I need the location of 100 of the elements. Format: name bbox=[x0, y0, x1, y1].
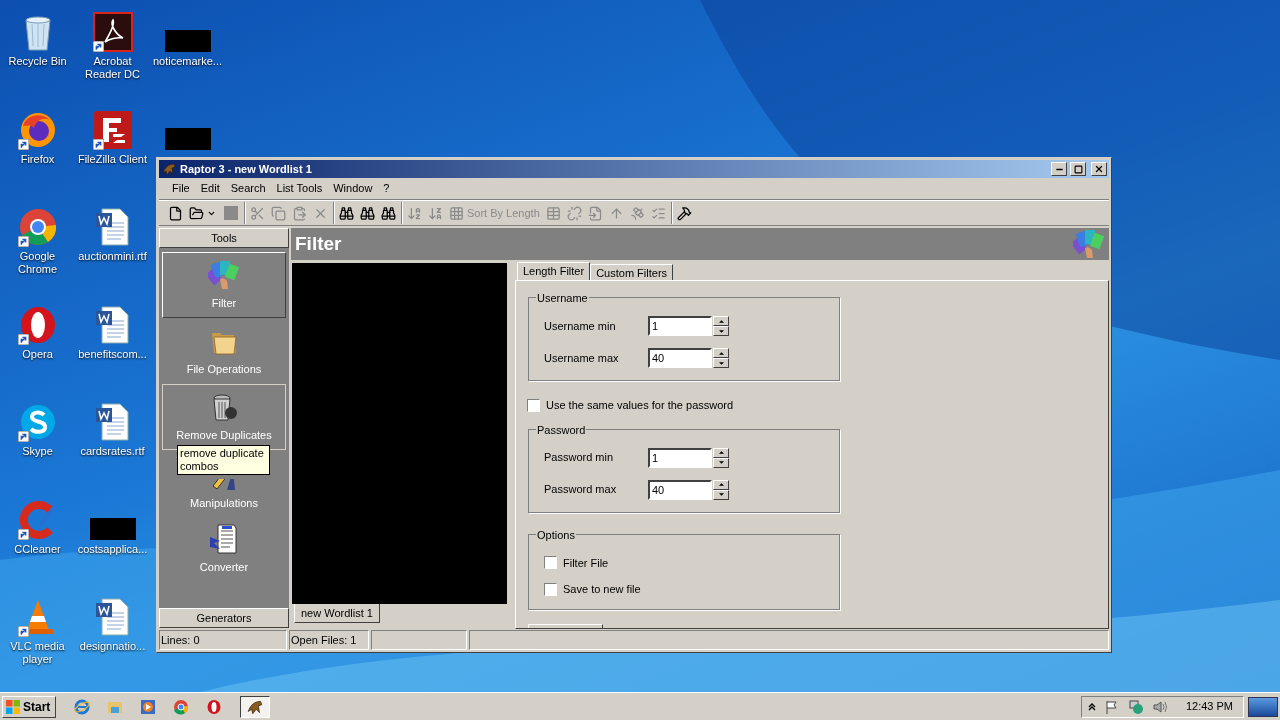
menu-item[interactable]: List Tools bbox=[271, 180, 328, 197]
clock[interactable]: 12:43 PM bbox=[1185, 698, 1233, 715]
ie-icon[interactable] bbox=[74, 698, 90, 715]
app-icon bbox=[161, 161, 177, 177]
menu-item[interactable]: ? bbox=[378, 180, 395, 197]
folder-icon bbox=[189, 205, 204, 221]
menu-item[interactable]: Search bbox=[225, 180, 271, 197]
tool-item[interactable]: Filter bbox=[162, 252, 286, 318]
desktop-icon-label: Google Chrome bbox=[16, 250, 59, 276]
unlink-icon bbox=[566, 205, 582, 221]
desktop-icon-label: auctionmini.rtf bbox=[77, 250, 148, 263]
scissors-icon bbox=[250, 205, 265, 221]
minimize-button[interactable] bbox=[1051, 162, 1067, 176]
opera-icon[interactable] bbox=[206, 698, 222, 715]
status-panel: Open Files: 1 bbox=[289, 630, 369, 650]
spin-up-button[interactable] bbox=[713, 348, 729, 358]
window-title: Raptor 3 - new Wordlist 1 bbox=[180, 161, 313, 177]
up-arrow-icon bbox=[718, 351, 724, 355]
start-button[interactable]: Start bbox=[2, 695, 56, 718]
file-input-icon bbox=[587, 205, 603, 221]
menu-item[interactable]: Window bbox=[328, 180, 378, 197]
document-tab[interactable]: new Wordlist 1 bbox=[294, 604, 380, 623]
checkbox-label: Use the same values for the password bbox=[546, 398, 734, 413]
table-icon bbox=[545, 205, 561, 221]
close-icon bbox=[1094, 164, 1104, 174]
tooltip: remove duplicate combos bbox=[177, 445, 270, 475]
number-field[interactable]: 1 bbox=[648, 447, 712, 468]
binoculars-icon bbox=[339, 205, 354, 221]
tab[interactable]: Length Filter bbox=[517, 262, 591, 280]
paste-icon bbox=[292, 205, 307, 221]
field-label: Password max bbox=[544, 482, 618, 498]
tools-icon bbox=[676, 205, 692, 221]
field-label: Username min bbox=[544, 318, 617, 334]
spin-down-button[interactable] bbox=[713, 358, 729, 368]
down-arrow-icon bbox=[718, 361, 724, 365]
desktop-icon-label: costsapplica... bbox=[76, 542, 149, 556]
tool-item[interactable]: File Operations bbox=[162, 318, 286, 384]
down-arrow-icon bbox=[718, 493, 724, 496]
number-field[interactable]: 40 bbox=[648, 479, 712, 500]
up-arrow-icon bbox=[718, 483, 724, 486]
speaker-icon[interactable] bbox=[1151, 698, 1168, 715]
checkbox-label: Filter File bbox=[563, 555, 609, 571]
satellite-icon bbox=[629, 205, 645, 221]
status-panel: Lines: 0 bbox=[159, 630, 287, 650]
desktop-icon-label: FileZilla Client bbox=[76, 152, 149, 166]
spin-down-button[interactable] bbox=[713, 457, 729, 468]
grid-icon bbox=[449, 205, 464, 221]
document-convert-icon bbox=[208, 522, 240, 555]
maximize-icon bbox=[1073, 164, 1083, 174]
maximize-button[interactable] bbox=[1070, 162, 1086, 176]
generators-button[interactable]: Generators bbox=[159, 608, 289, 628]
cards-fan-icon bbox=[1073, 228, 1105, 260]
field-label: Username max bbox=[544, 350, 620, 366]
spin-up-button[interactable] bbox=[713, 447, 729, 458]
spin-up-button[interactable] bbox=[713, 479, 729, 490]
spin-down-button[interactable] bbox=[713, 326, 729, 336]
close-button[interactable] bbox=[1091, 162, 1107, 176]
flag-icon[interactable] bbox=[1103, 698, 1120, 715]
checkbox[interactable] bbox=[544, 556, 557, 570]
sort-az-icon bbox=[407, 205, 422, 221]
pencil-icon bbox=[212, 478, 236, 491]
chevron-up-icon[interactable] bbox=[1087, 702, 1096, 711]
spin-up-button[interactable] bbox=[713, 316, 729, 326]
copy-icon bbox=[271, 205, 286, 221]
desktop-icon-label: Acrobat Reader DC bbox=[84, 55, 141, 81]
desktop-icon-label: Skype bbox=[21, 445, 54, 458]
down-arrow-icon bbox=[718, 461, 724, 464]
checklist-icon bbox=[650, 205, 666, 221]
up-arrow-icon bbox=[718, 319, 724, 323]
show-desktop-button[interactable] bbox=[1248, 696, 1278, 717]
desktop-icon-label: Firefox bbox=[19, 152, 56, 166]
spin-down-button[interactable] bbox=[713, 489, 729, 500]
menu-item[interactable]: Edit bbox=[195, 180, 225, 197]
chrome-icon[interactable] bbox=[173, 698, 189, 715]
checkbox-label: Save to new file bbox=[563, 582, 641, 597]
menu-item[interactable]: File bbox=[167, 180, 195, 197]
up-arrow-icon bbox=[718, 451, 724, 454]
panel-title: Filter bbox=[295, 231, 342, 256]
checkbox[interactable] bbox=[544, 582, 557, 596]
number-field[interactable]: 1 bbox=[648, 316, 712, 336]
desktop-icon-label: CCleaner bbox=[13, 542, 62, 556]
desktop-icon-label: noticemarke... bbox=[151, 55, 224, 68]
down-arrow-icon bbox=[718, 329, 724, 333]
checkbox[interactable] bbox=[527, 398, 540, 412]
tab[interactable]: Custom Filters bbox=[590, 264, 674, 280]
binoculars-icon bbox=[381, 205, 396, 221]
tool-item[interactable]: Converter bbox=[162, 516, 286, 582]
number-field[interactable]: 40 bbox=[648, 348, 712, 368]
field-label: Password min bbox=[544, 450, 615, 466]
binoculars-icon bbox=[360, 205, 375, 221]
desktop-icon-label: Opera bbox=[21, 347, 54, 361]
sort-za-icon bbox=[428, 205, 443, 221]
taskbar-app-button[interactable] bbox=[240, 695, 270, 718]
media-player-icon[interactable] bbox=[140, 698, 156, 715]
windows-logo-icon bbox=[5, 698, 21, 715]
tools-header-button[interactable]: Tools bbox=[159, 228, 289, 248]
new-file-icon bbox=[168, 205, 183, 221]
desktop-icon-label: benefitscom... bbox=[77, 347, 148, 361]
desktop-icon-label: Recycle Bin bbox=[7, 55, 68, 68]
desktop-icon-label: designnatio... bbox=[78, 640, 147, 653]
